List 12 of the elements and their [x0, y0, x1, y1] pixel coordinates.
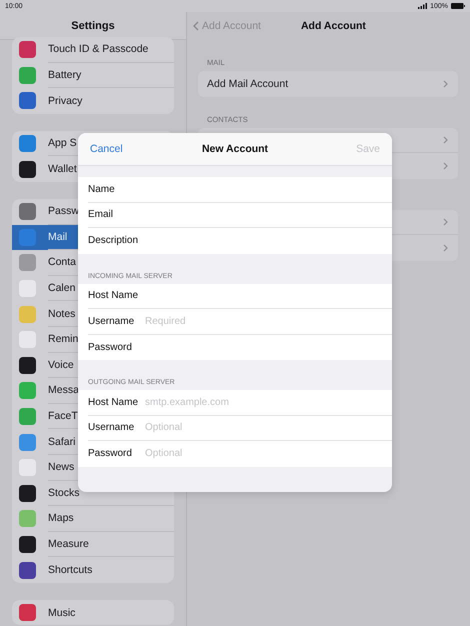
sidebar-title: Settings [0, 12, 186, 40]
page-title: Add Account [300, 20, 366, 32]
field-label: Host Name [88, 396, 140, 408]
field-label: Description [88, 235, 140, 246]
field-label: Username [88, 422, 136, 434]
dialog-title: New Account [202, 143, 268, 155]
field-label: Email [88, 209, 114, 220]
field-label: Password [88, 342, 133, 353]
field-label: Password [88, 448, 133, 460]
field-label: Username [88, 316, 136, 327]
field-label: Host Name [88, 290, 140, 302]
field-label: Name [88, 184, 116, 195]
